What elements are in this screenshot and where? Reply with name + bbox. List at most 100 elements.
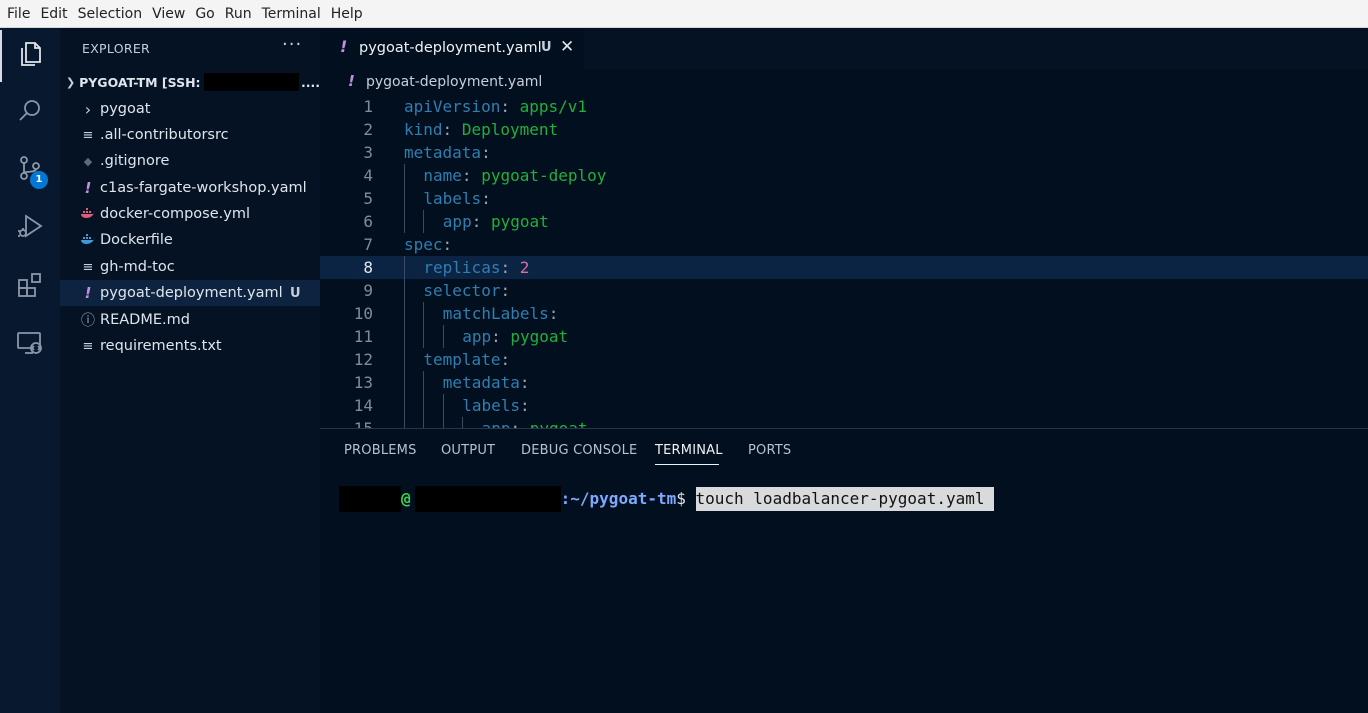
extensions-icon[interactable] xyxy=(0,261,60,309)
file-label: pygoat xyxy=(100,101,151,117)
file-readme[interactable]: ⓘ README.md xyxy=(60,307,320,333)
indent-guide xyxy=(442,417,444,428)
code-line[interactable]: 5 labels: xyxy=(320,187,1368,210)
code-editor[interactable]: 1 apiVersion: apps/v1 2 kind: Deployment 3 me… xyxy=(320,95,1368,428)
file-all-contributorsrc[interactable]: ≡ .all-contributorsrc xyxy=(60,122,320,148)
indent-guide xyxy=(404,348,405,371)
prompt-dollar: $ xyxy=(676,489,696,508)
tab-problems[interactable]: PROBLEMS xyxy=(344,443,417,458)
indent-guide xyxy=(423,325,425,348)
file-docker-compose[interactable]: docker-compose.yml xyxy=(60,201,320,227)
menu-edit[interactable]: Edit xyxy=(35,0,72,28)
file-c1as-fargate-workshop[interactable]: ! c1as-fargate-workshop.yaml xyxy=(60,175,320,201)
indent-guide xyxy=(404,187,405,210)
yaml-key: app xyxy=(442,212,472,231)
code-line[interactable]: 8 replicas: 2 xyxy=(320,256,1368,279)
tab-terminal[interactable]: TERMINAL xyxy=(655,443,723,458)
code-text: labels: xyxy=(462,396,530,415)
indent-guide xyxy=(423,210,425,233)
code-line[interactable]: 10 matchLabels: xyxy=(320,302,1368,325)
yaml-key: name xyxy=(423,166,462,185)
line-number: 6 xyxy=(363,212,373,231)
code-line[interactable]: 9 selector: xyxy=(320,279,1368,302)
menu-go[interactable]: Go xyxy=(190,0,219,28)
yaml-key: labels xyxy=(423,189,482,208)
line-number: 8 xyxy=(363,258,373,277)
file-requirements[interactable]: ≡ requirements.txt xyxy=(60,333,320,359)
file-label: .all-contributorsrc xyxy=(100,127,229,143)
active-tab-underline xyxy=(655,464,719,465)
tab-ports[interactable]: PORTS xyxy=(748,443,791,458)
terminal-prompt-line[interactable]: @ :~/pygoat-tm $ touch loadbalancer-pygo… xyxy=(339,486,995,512)
more-actions-icon[interactable]: ··· xyxy=(282,34,302,55)
close-icon[interactable]: ✕ xyxy=(560,37,574,57)
yaml-key: labels xyxy=(462,396,520,415)
editor-tab-bar: ! pygoat-deployment.yaml U ✕ xyxy=(320,28,1368,69)
files-icon[interactable] xyxy=(0,30,60,78)
tab-debug-console[interactable]: DEBUG CONSOLE xyxy=(521,443,637,458)
remote-explorer-icon[interactable] xyxy=(0,319,60,367)
explorer-sidebar: EXPLORER ··· ❯ PYGOAT-TM [SSH: .... › py… xyxy=(60,28,320,713)
yaml-value: pygoat xyxy=(510,327,569,346)
menu-file[interactable]: File xyxy=(2,0,35,28)
workspace-root-ellipsis: .... xyxy=(301,74,320,90)
yaml-key: spec xyxy=(404,235,443,254)
docker-compose-icon xyxy=(80,201,96,227)
file-label: c1as-fargate-workshop.yaml xyxy=(100,180,307,196)
line-number: 2 xyxy=(363,120,373,139)
menu-view[interactable]: View xyxy=(147,0,190,28)
code-line[interactable]: 11 app: pygoat xyxy=(320,325,1368,348)
indent-guide xyxy=(404,417,405,428)
indent-guide xyxy=(423,417,425,428)
search-icon[interactable] xyxy=(0,87,60,135)
code-text: apiVersion: apps/v1 xyxy=(404,97,588,116)
yaml-key: matchLabels xyxy=(442,304,549,323)
code-text: selector: xyxy=(423,281,511,300)
file-gitignore[interactable]: ◆ .gitignore xyxy=(60,148,320,174)
code-line[interactable]: 7 spec: xyxy=(320,233,1368,256)
yaml-value: pygoat-deploy xyxy=(481,166,607,185)
folder-pygoat[interactable]: › pygoat xyxy=(60,96,320,122)
prompt-path: :~/pygoat-tm xyxy=(560,489,677,508)
file-dockerfile[interactable]: Dockerfile xyxy=(60,227,320,253)
yaml-value: Deployment xyxy=(461,120,559,139)
menu-selection[interactable]: Selection xyxy=(73,0,148,28)
menu-help[interactable]: Help xyxy=(326,0,368,28)
menu-terminal[interactable]: Terminal xyxy=(257,0,326,28)
tab-label: pygoat-deployment.yaml xyxy=(359,40,542,56)
terminal-command: touch loadbalancer-pygoat.yaml xyxy=(695,487,995,511)
code-line[interactable]: 6 app: pygoat xyxy=(320,210,1368,233)
bottom-panel: PROBLEMS OUTPUT DEBUG CONSOLE TERMINAL P… xyxy=(320,428,1368,713)
menu-run[interactable]: Run xyxy=(220,0,257,28)
file-gh-md-toc[interactable]: ≡ gh-md-toc xyxy=(60,254,320,280)
code-line[interactable]: 14 labels: xyxy=(320,394,1368,417)
code-line[interactable]: 13 metadata: xyxy=(320,371,1368,394)
tab-output[interactable]: OUTPUT xyxy=(441,443,495,458)
line-number: 11 xyxy=(353,327,373,346)
tab-pygoat-deployment[interactable]: ! pygoat-deployment.yaml U ✕ xyxy=(320,28,584,69)
source-control-icon[interactable]: 1 xyxy=(0,144,60,192)
yaml-value: pygoat xyxy=(490,212,549,231)
untracked-badge: U xyxy=(541,40,552,55)
breadcrumb-file[interactable]: pygoat-deployment.yaml xyxy=(366,74,542,90)
file-label: requirements.txt xyxy=(100,338,222,354)
code-text: app: pygoat xyxy=(482,417,588,428)
yaml-value: 2 xyxy=(519,258,530,277)
run-debug-icon[interactable] xyxy=(0,202,60,250)
code-line[interactable]: 15 app: pygoat xyxy=(320,417,1368,428)
indent-guide xyxy=(404,164,405,187)
file-pygoat-deployment[interactable]: ! pygoat-deployment.yaml U xyxy=(60,280,320,306)
workspace-root[interactable]: ❯ PYGOAT-TM [SSH: .... xyxy=(60,70,320,94)
line-number: 7 xyxy=(363,235,373,254)
code-line[interactable]: 2 kind: Deployment xyxy=(320,118,1368,141)
code-line[interactable]: 3 metadata: xyxy=(320,141,1368,164)
indent-guide xyxy=(404,210,405,233)
code-text: metadata: xyxy=(404,143,491,162)
code-line[interactable]: 4 name: pygoat-deploy xyxy=(320,164,1368,187)
explorer-title: EXPLORER xyxy=(82,41,151,56)
indent-guide xyxy=(404,325,405,348)
code-line[interactable]: 12 template: xyxy=(320,348,1368,371)
code-line[interactable]: 1 apiVersion: apps/v1 xyxy=(320,95,1368,118)
file-label: gh-md-toc xyxy=(100,259,175,275)
file-label: pygoat-deployment.yaml xyxy=(100,285,283,301)
